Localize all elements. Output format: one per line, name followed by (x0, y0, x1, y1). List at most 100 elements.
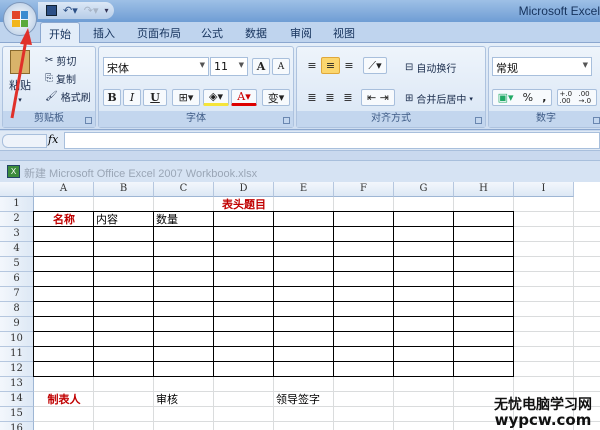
font-size-select[interactable]: 11 ▼ (210, 57, 248, 76)
column-header-A[interactable]: A (34, 182, 94, 197)
column-header-E[interactable]: E (274, 182, 334, 197)
align-middle-icon[interactable]: ≡ (321, 57, 340, 74)
chevron-down-icon[interactable]: ▾ (105, 6, 109, 15)
tab-formulas[interactable]: 公式 (201, 25, 223, 41)
format-painter-button[interactable]: 🖌 格式刷 (45, 89, 91, 104)
formula-bar: fx (0, 131, 600, 151)
row-header-2[interactable]: 2 (0, 212, 34, 227)
row-header-4[interactable]: 4 (0, 242, 34, 257)
alignment-group: ≡ ≡ ≡ ⟋▾ ≣ ≣ ≣ ⇤ ⇥ ⊟ 自动换行 ⊞ 合并后居中 ▾ 对齐方式 (296, 46, 486, 128)
formula-input[interactable] (64, 132, 600, 149)
cut-button[interactable]: ✂ 剪切 (45, 53, 76, 68)
row-header-1[interactable]: 1 (0, 197, 34, 212)
align-left-icon[interactable]: ≣ (303, 89, 321, 106)
merge-icon: ⊞ (405, 93, 414, 104)
name-box[interactable] (2, 134, 47, 148)
paint-bucket-icon: ◈▾ (209, 90, 223, 103)
fx-icon[interactable]: fx (48, 133, 58, 146)
cell-E14[interactable]: 领导签字 (276, 392, 332, 407)
row-header-3[interactable]: 3 (0, 227, 34, 242)
watermark-line2: wypcw.com (494, 411, 592, 429)
dialog-launcher-icon[interactable] (475, 117, 482, 124)
comma-button[interactable]: , (542, 91, 546, 104)
row-header-7[interactable]: 7 (0, 287, 34, 302)
cell-A14[interactable]: 制表人 (36, 392, 92, 407)
tab-review[interactable]: 审阅 (290, 25, 312, 41)
wrap-text-icon: ⊟ (405, 62, 414, 73)
column-header-B[interactable]: B (94, 182, 154, 197)
tab-insert[interactable]: 插入 (93, 25, 115, 41)
spreadsheet-grid[interactable]: A B C D E F G H I 1 2 3 4 5 6 7 8 9 10 11 12 13 14 15 16 表头题目 名称 内容… (0, 182, 600, 430)
cell-D1[interactable]: 表头题目 (204, 197, 284, 212)
align-bottom-icon[interactable]: ≡ (340, 57, 358, 74)
bold-button[interactable]: B (103, 89, 121, 106)
phonetic-button[interactable]: 变 ▾ (262, 89, 290, 106)
row-header-13[interactable]: 13 (0, 377, 34, 392)
office-logo-icon (12, 11, 28, 27)
cell-A2[interactable]: 名称 (36, 212, 92, 227)
orientation-icon[interactable]: ⟋▾ (363, 57, 387, 74)
row-header-14[interactable]: 14 (0, 392, 34, 407)
percent-button[interactable]: % (523, 91, 533, 104)
column-header-H[interactable]: H (454, 182, 514, 197)
scissors-icon: ✂ (45, 55, 54, 66)
align-center-icon[interactable]: ≣ (321, 89, 339, 106)
grow-font-button[interactable]: A (252, 58, 270, 75)
gridline (573, 197, 574, 430)
column-header-D[interactable]: D (214, 182, 274, 197)
indent-icon[interactable]: ⇤ ⇥ (361, 89, 395, 106)
row-header-9[interactable]: 9 (0, 317, 34, 332)
dialog-launcher-icon[interactable] (85, 117, 92, 124)
watermark: 无忧电脑学习网 wypcw.com (494, 398, 592, 428)
cell-C14[interactable]: 审核 (156, 392, 212, 407)
align-top-icon[interactable]: ≡ (303, 57, 321, 74)
currency-icon[interactable]: ▣▾ (498, 91, 514, 104)
decrease-decimal-button[interactable]: .00 →.0 (579, 90, 595, 105)
copy-button[interactable]: ⎘ 复制 (45, 71, 76, 86)
italic-button[interactable]: I (123, 89, 141, 106)
row-header-10[interactable]: 10 (0, 332, 34, 347)
column-header-I[interactable]: I (514, 182, 574, 197)
redo-icon[interactable]: ↷▾ (84, 4, 99, 17)
accounting-format-group: ▣▾ % , (492, 89, 552, 106)
tab-data[interactable]: 数据 (245, 25, 267, 41)
undo-icon[interactable]: ↶▾ (63, 4, 78, 17)
fill-color-button[interactable]: ◈▾ (203, 89, 229, 106)
workbook-title: 新建 Microsoft Office Excel 2007 Workbook.… (24, 168, 258, 180)
tab-home[interactable]: 开始 (40, 22, 80, 44)
dialog-launcher-icon[interactable] (593, 117, 600, 124)
underline-button[interactable]: U (143, 89, 167, 106)
tab-view[interactable]: 视图 (333, 25, 355, 41)
number-group-label: 数字 (489, 111, 600, 127)
row-header-15[interactable]: 15 (0, 407, 34, 422)
number-format-select[interactable]: 常规 ▼ (492, 57, 592, 76)
save-icon[interactable] (46, 5, 57, 16)
quick-access-toolbar: ↶▾ ↷▾ ▾ (38, 2, 114, 19)
clipboard-icon (10, 50, 30, 74)
align-right-icon[interactable]: ≣ (339, 89, 357, 106)
wrap-text-button[interactable]: ⊟ 自动换行 (405, 60, 456, 75)
row-header-5[interactable]: 5 (0, 257, 34, 272)
row-header-16[interactable]: 16 (0, 422, 34, 430)
row-header-11[interactable]: 11 (0, 347, 34, 362)
shrink-font-button[interactable]: A (272, 58, 290, 75)
cell-C2[interactable]: 数量 (156, 212, 212, 227)
select-all-button[interactable] (0, 182, 34, 197)
merge-center-button[interactable]: ⊞ 合并后居中 ▾ (405, 91, 473, 106)
dialog-launcher-icon[interactable] (283, 117, 290, 124)
column-header-G[interactable]: G (394, 182, 454, 197)
row-header-12[interactable]: 12 (0, 362, 34, 377)
cell-B2[interactable]: 内容 (96, 212, 152, 227)
font-name-select[interactable]: 宋体 ▼ (103, 57, 209, 76)
column-header-C[interactable]: C (154, 182, 214, 197)
paste-button[interactable]: 粘贴 ▾ (9, 50, 31, 104)
row-header-8[interactable]: 8 (0, 302, 34, 317)
font-color-button[interactable]: A ▾ (231, 89, 257, 106)
office-button[interactable] (3, 2, 37, 36)
row-header-6[interactable]: 6 (0, 272, 34, 287)
border-grid-icon: ⊞▾ (178, 91, 194, 104)
borders-button[interactable]: ⊞▾ (172, 89, 200, 106)
tab-page-layout[interactable]: 页面布局 (137, 25, 181, 41)
increase-decimal-button[interactable]: +.0 .00 (560, 90, 576, 105)
column-header-F[interactable]: F (334, 182, 394, 197)
